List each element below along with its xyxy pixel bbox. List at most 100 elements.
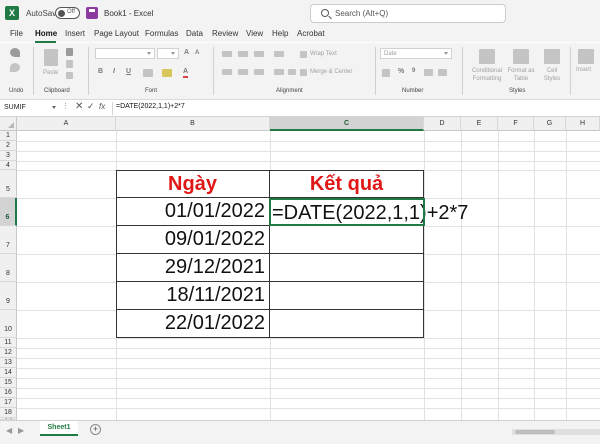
wrap-text-icon[interactable] [300, 51, 307, 58]
row-header-11[interactable]: 11 [0, 338, 17, 348]
header-result-cell[interactable]: Kết quả [270, 170, 424, 198]
row-header-2[interactable]: 2 [0, 141, 17, 151]
conditional-formatting-icon[interactable] [479, 49, 495, 64]
orientation-icon[interactable] [274, 51, 284, 57]
header-date-cell[interactable]: Ngày [116, 170, 270, 198]
tab-page-layout[interactable]: Page Layout [94, 29, 139, 38]
currency-icon[interactable] [382, 69, 390, 77]
add-sheet-icon[interactable]: + [90, 424, 101, 435]
date-cell[interactable]: 18/11/2021 [116, 282, 270, 310]
save-icon[interactable] [86, 7, 98, 19]
align-center-icon[interactable] [238, 69, 248, 75]
date-cell[interactable]: 09/01/2022 [116, 226, 270, 254]
decrease-font-icon[interactable]: A [195, 50, 199, 56]
tab-file[interactable]: File [10, 29, 23, 38]
fill-color-icon[interactable] [162, 69, 172, 77]
borders-icon[interactable] [143, 69, 153, 77]
increase-font-icon[interactable]: A [184, 49, 189, 56]
column-header-d[interactable]: D [424, 117, 461, 131]
align-left-icon[interactable] [222, 69, 232, 75]
comma-style-icon[interactable]: 9 [412, 68, 415, 74]
select-all-button[interactable] [0, 117, 17, 131]
horizontal-scrollbar[interactable] [512, 429, 600, 435]
row-header-7[interactable]: 7 [0, 226, 17, 254]
row-header-9[interactable]: 9 [0, 282, 17, 310]
align-middle-icon[interactable] [238, 51, 248, 57]
format-as-table-icon[interactable] [513, 49, 529, 64]
format-as-table-button[interactable]: Format as Table [506, 67, 536, 83]
row-header-6[interactable]: 6 [0, 198, 17, 226]
font-size-dropdown[interactable] [157, 48, 179, 59]
font-name-dropdown[interactable] [95, 48, 155, 59]
tab-acrobat[interactable]: Acrobat [297, 29, 325, 38]
row-header-1[interactable]: 1 [0, 131, 17, 141]
row-header-3[interactable]: 3 [0, 151, 17, 161]
wrap-text-button[interactable]: Wrap Text [310, 51, 337, 57]
name-box[interactable]: SUMIF [2, 102, 56, 114]
increase-indent-icon[interactable] [288, 69, 296, 75]
bold-icon[interactable]: B [98, 68, 103, 75]
tab-formulas[interactable]: Formulas [145, 29, 178, 38]
autosave-toggle[interactable]: Off [55, 7, 80, 19]
row-header-12[interactable]: 12 [0, 348, 17, 358]
undo-icon[interactable] [10, 48, 20, 57]
search-box[interactable]: Search (Alt+Q) [310, 4, 506, 23]
next-sheet-icon[interactable]: ▶ [18, 426, 24, 435]
tab-home[interactable]: Home [35, 29, 57, 38]
result-cell[interactable] [270, 254, 424, 282]
tab-review[interactable]: Review [212, 29, 238, 38]
column-header-e[interactable]: E [461, 117, 498, 131]
insert-function-button[interactable]: fx [99, 102, 105, 111]
redo-icon[interactable] [10, 63, 20, 72]
tab-data[interactable]: Data [186, 29, 203, 38]
row-header-14[interactable]: 14 [0, 368, 17, 378]
italic-icon[interactable]: I [113, 68, 115, 75]
row-header-15[interactable]: 15 [0, 378, 17, 388]
merge-center-button[interactable]: Merge & Center [310, 69, 352, 75]
row-header-4[interactable]: 4 [0, 161, 17, 170]
copy-icon[interactable] [66, 60, 73, 68]
tab-view[interactable]: View [246, 29, 263, 38]
row-header-16[interactable]: 16 [0, 388, 17, 398]
conditional-formatting-button[interactable]: Conditional Formatting [468, 67, 506, 83]
merge-center-icon[interactable] [300, 69, 307, 76]
more-options-icon[interactable]: ⋮ [62, 102, 69, 110]
column-header-h[interactable]: H [566, 117, 600, 131]
formula-input[interactable]: =DATE(2022,1,1)+2*7 [116, 103, 185, 110]
increase-decimal-icon[interactable] [424, 69, 433, 76]
font-color-icon[interactable]: A [183, 68, 189, 78]
underline-icon[interactable]: U [126, 68, 131, 75]
decrease-decimal-icon[interactable] [438, 69, 447, 76]
insert-button[interactable]: Insert [576, 67, 591, 73]
cut-icon[interactable] [66, 48, 73, 56]
cell-styles-icon[interactable] [544, 49, 560, 64]
row-header-5[interactable]: 5 [0, 170, 17, 198]
prev-sheet-icon[interactable]: ◀ [6, 426, 12, 435]
result-cell[interactable] [270, 310, 424, 338]
row-header-18[interactable]: 18 [0, 408, 17, 418]
column-header-a[interactable]: A [17, 117, 116, 131]
date-cell[interactable]: 01/01/2022 [116, 198, 270, 226]
number-format-dropdown[interactable]: Date [380, 48, 452, 59]
active-cell-formula[interactable]: =DATE(2022,1,1)+2*7 [272, 200, 468, 226]
cancel-icon[interactable]: ✕ [75, 101, 83, 112]
row-header-17[interactable]: 17 [0, 398, 17, 408]
tab-insert[interactable]: Insert [65, 29, 85, 38]
insert-cells-icon[interactable] [578, 49, 594, 64]
column-header-f[interactable]: F [498, 117, 534, 131]
row-header-10[interactable]: 10 [0, 310, 17, 338]
sheet-tab-sheet1[interactable]: Sheet1 [40, 421, 78, 436]
align-right-icon[interactable] [254, 69, 264, 75]
result-cell[interactable] [270, 282, 424, 310]
row-header-8[interactable]: 8 [0, 254, 17, 282]
tab-help[interactable]: Help [272, 29, 288, 38]
cell-styles-button[interactable]: Cell Styles [539, 67, 565, 83]
align-top-icon[interactable] [222, 51, 232, 57]
paste-label[interactable]: Paste [43, 70, 58, 76]
paste-icon[interactable] [44, 49, 58, 66]
enter-icon[interactable]: ✓ [87, 101, 95, 112]
date-cell[interactable]: 22/01/2022 [116, 310, 270, 338]
column-header-b[interactable]: B [116, 117, 270, 131]
decrease-indent-icon[interactable] [274, 69, 284, 75]
row-header-13[interactable]: 13 [0, 358, 17, 368]
